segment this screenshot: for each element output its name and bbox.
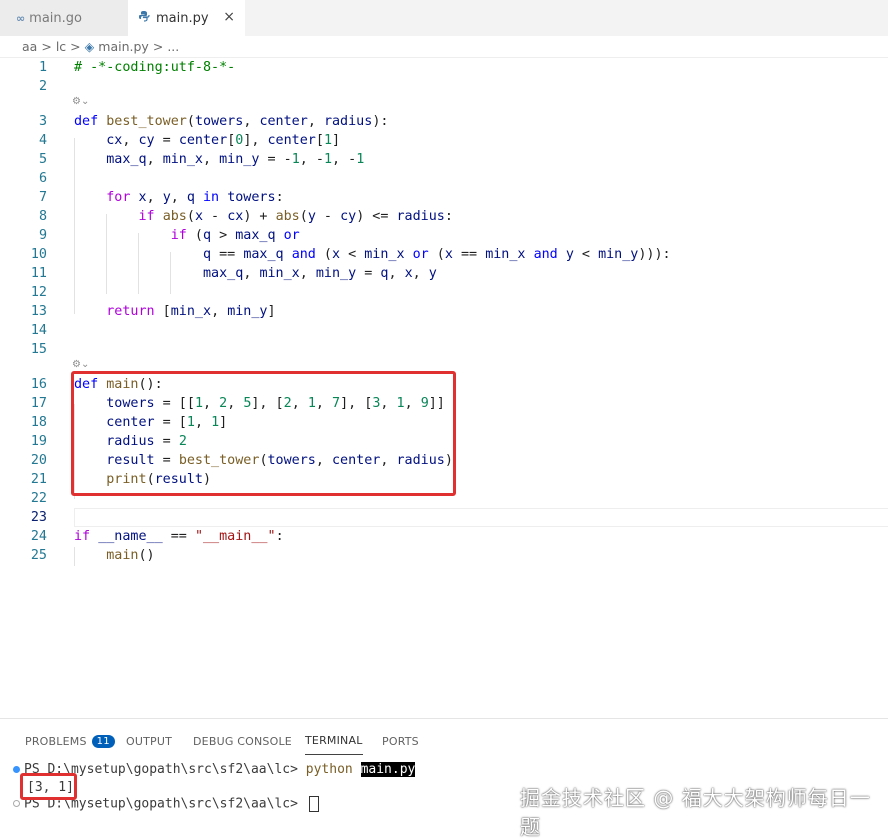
code-text: if (q > max_q or	[170, 228, 300, 243]
annotation-box-main-function	[71, 371, 456, 496]
code-line: 23	[0, 508, 888, 527]
code-text: main()	[106, 548, 155, 563]
problems-count-badge: 11	[91, 734, 115, 748]
code-line: 13 return [min_x, min_y]	[0, 302, 888, 321]
code-line: 6	[0, 169, 888, 188]
breadcrumb-folder-lc[interactable]: lc	[56, 39, 66, 54]
line-number: 12	[30, 285, 47, 300]
code-text: max_q, min_x, min_y = -1, -1, -1	[106, 152, 365, 167]
chevron-right-icon: >	[152, 39, 164, 54]
tab-terminal[interactable]: TERMINAL	[305, 727, 363, 755]
code-text: if abs(x - cx) + abs(y - cy) <= radius:	[138, 209, 453, 224]
python-icon	[138, 10, 150, 26]
tab-problems[interactable]: PROBLEMS 11	[25, 727, 115, 755]
command-success-dot-icon[interactable]	[13, 766, 20, 773]
line-number: 23	[30, 510, 47, 525]
line-number: 10	[30, 247, 47, 262]
line-number: 7	[38, 190, 47, 205]
code-line: 2	[0, 77, 888, 96]
code-line: 7 for x, y, q in towers:	[0, 188, 888, 207]
chevron-right-icon: >	[70, 39, 81, 54]
tab-ports[interactable]: PORTS	[382, 727, 419, 755]
code-line: 11 max_q, min_x, min_y = q, x, y	[0, 264, 888, 283]
code-line: 4 cx, cy = center[0], center[1]	[0, 131, 888, 150]
code-text: # -*-coding:utf-8-*-	[74, 60, 236, 75]
line-number: 5	[38, 152, 47, 167]
line-number: 1	[38, 60, 47, 75]
tab-main-py[interactable]: main.py ×	[128, 0, 245, 36]
line-number: 25	[30, 548, 47, 563]
code-text: def best_tower(towers, center, radius):	[74, 114, 389, 129]
tab-main-go[interactable]: ∞ main.go	[0, 0, 128, 36]
codelens-icon[interactable]: ⚙⌄	[72, 96, 89, 107]
code-line: 24 if __name__ == "__main__":	[0, 527, 888, 546]
tab-debug-console[interactable]: DEBUG CONSOLE	[193, 727, 292, 755]
annotation-box-output	[20, 773, 77, 800]
line-number: 4	[38, 133, 47, 148]
tab-label: PORTS	[382, 734, 419, 748]
line-number: 24	[30, 529, 47, 544]
line-number: 18	[30, 415, 47, 430]
code-line: 15	[0, 340, 888, 359]
terminal-line: PS D:\mysetup\gopath\src\sf2\aa\lc> pyth…	[24, 762, 416, 777]
code-line: 10 q == max_q and (x < min_x or (x == mi…	[0, 245, 888, 264]
code-text: max_q, min_x, min_y = q, x, y	[203, 266, 437, 281]
line-number: 13	[30, 304, 47, 319]
code-line: 3 def best_tower(towers, center, radius):	[0, 112, 888, 131]
line-number: 22	[30, 491, 47, 506]
code-text: return [min_x, min_y]	[106, 304, 276, 319]
python-icon: ◈	[84, 39, 95, 54]
line-number: 19	[30, 434, 47, 449]
close-icon[interactable]: ×	[223, 9, 235, 25]
line-number: 2	[38, 79, 47, 94]
code-line: 8 if abs(x - cx) + abs(y - cy) <= radius…	[0, 207, 888, 226]
code-line: 5 max_q, min_x, min_y = -1, -1, -1	[0, 150, 888, 169]
tab-label: TERMINAL	[305, 734, 363, 747]
breadcrumb-file[interactable]: main.py	[98, 39, 149, 54]
line-number: 21	[30, 472, 47, 487]
chevron-right-icon: >	[41, 39, 52, 54]
line-number: 6	[38, 171, 47, 186]
tab-output[interactable]: OUTPUT	[126, 727, 172, 755]
code-line: 12	[0, 283, 888, 302]
codelens-icon[interactable]: ⚙⌄	[72, 359, 89, 370]
code-text: if __name__ == "__main__":	[74, 529, 284, 544]
code-line: 1 # -*-coding:utf-8-*-	[0, 58, 888, 77]
code-line: 25 main()	[0, 546, 888, 565]
terminal-command: python	[305, 762, 353, 777]
terminal-argument: main.py	[360, 762, 416, 777]
code-line: 14	[0, 321, 888, 340]
breadcrumb: aa > lc > ◈ main.py > ...	[0, 36, 888, 58]
line-number: 11	[30, 266, 47, 281]
tab-label: PROBLEMS	[25, 734, 87, 748]
go-icon: ∞	[16, 11, 26, 25]
terminal-cursor	[308, 796, 319, 812]
breadcrumb-folder-aa[interactable]: aa	[22, 39, 37, 54]
line-number: 3	[38, 114, 47, 129]
tab-label: DEBUG CONSOLE	[193, 734, 292, 748]
code-text: cx, cy = center[0], center[1]	[106, 133, 341, 148]
line-number: 16	[30, 377, 47, 392]
line-number: 9	[38, 228, 47, 243]
code-line: 9 if (q > max_q or	[0, 226, 888, 245]
line-number: 15	[30, 342, 47, 357]
code-text: for x, y, q in towers:	[106, 190, 284, 205]
breadcrumb-more[interactable]: ...	[167, 39, 179, 54]
line-number: 14	[30, 323, 47, 338]
code-text: q == max_q and (x < min_x or (x == min_x…	[203, 247, 671, 262]
line-number: 8	[38, 209, 47, 224]
tab-label: main.go	[29, 10, 82, 26]
tab-label: main.py	[156, 10, 209, 26]
command-pending-dot-icon[interactable]	[13, 800, 20, 807]
line-number: 17	[30, 396, 47, 411]
line-number: 20	[30, 453, 47, 468]
editor-tab-bar: ∞ main.go main.py ×	[0, 0, 888, 36]
tab-label: OUTPUT	[126, 734, 173, 748]
watermark: 掘金技术社区 @ 福大大架构师每日一题	[520, 786, 871, 839]
